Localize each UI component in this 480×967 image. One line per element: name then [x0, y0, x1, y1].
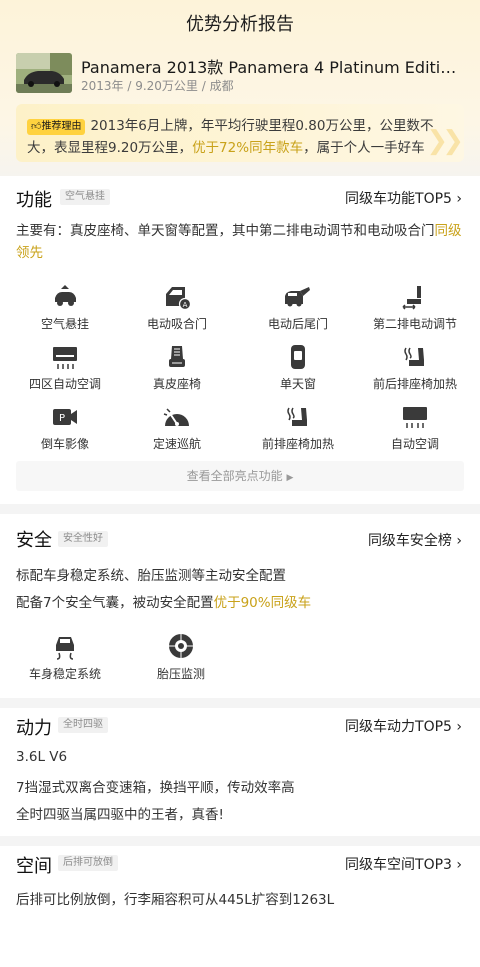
feature-four-zone-ac[interactable]: 四区自动空调	[15, 344, 115, 392]
feature-label: 四区自动空调	[28, 377, 101, 391]
feature-label: 真皮座椅	[152, 377, 201, 391]
feature-electric-tailgate[interactable]: 电动后尾门	[248, 284, 348, 332]
power-top5-link[interactable]: 同级车动力TOP5 ›	[345, 716, 462, 736]
power-line3: 全时四驱当属四驱中的王者，真香!	[16, 807, 224, 823]
safety-card: 安全 安全性好 同级车安全榜 › 标配车身稳定系统、胎压监测等主动安全配置 配备…	[0, 514, 480, 698]
feature-seat-heating[interactable]: 前后排座椅加热	[365, 344, 465, 392]
feature-label: 前后排座椅加热	[372, 377, 457, 391]
feature-label: 倒车影像	[40, 437, 89, 451]
svg-text:A: A	[183, 301, 188, 309]
power-line1: 3.6L V6	[16, 749, 68, 765]
feature-front-seat-heating[interactable]: 前排座椅加热	[248, 404, 348, 452]
car-thumbnail	[16, 53, 72, 93]
page-title: 优势分析报告	[186, 14, 294, 35]
cruise-control-icon	[163, 408, 189, 426]
feature-reverse-camera[interactable]: P 倒车影像	[15, 404, 115, 452]
feature-label: 定速巡航	[152, 437, 201, 451]
chevron-right-icon: ›	[456, 533, 462, 549]
space-chip: 后排可放倒	[58, 855, 118, 871]
safety-rank-link[interactable]: 同级车安全榜 ›	[368, 530, 462, 550]
tire-pressure-icon	[169, 634, 193, 658]
feature-label: 第二排电动调节	[372, 317, 457, 331]
reason-text-b: ，属于个人一手好车	[303, 140, 425, 156]
feature-cruise-control[interactable]: 定速巡航	[127, 404, 227, 452]
feature-tire-pressure[interactable]: 胎压监测	[131, 632, 231, 682]
space-line1: 后排可比例放倒，行李厢容积可从445L扩容到1263L	[16, 892, 335, 908]
triangle-right-icon: ▶	[286, 473, 294, 483]
safety-chip: 安全性好	[58, 531, 108, 547]
feature-seat-adjust[interactable]: 第二排电动调节	[365, 284, 465, 332]
feature-label: 空气悬挂	[40, 317, 89, 331]
feature-leather-seat[interactable]: 真皮座椅	[127, 344, 227, 392]
chevron-right-icon: ›	[456, 191, 462, 207]
svg-text:P: P	[59, 413, 65, 424]
safety-line1: 标配车身稳定系统、胎压监测等主动安全配置	[16, 568, 286, 584]
space-title: 空间	[16, 856, 52, 877]
reverse-camera-icon: P	[53, 409, 77, 425]
chevron-right-icon: ›	[456, 857, 462, 873]
power-title: 动力	[16, 718, 52, 739]
feature-label: 自动空调	[390, 437, 439, 451]
power-card: 动力 全时四驱 同级车动力TOP5 › 3.6L V6 7挡湿式双离合变速箱，换…	[0, 708, 480, 836]
sunroof-icon	[291, 345, 305, 369]
feature-label: 单天窗	[279, 377, 316, 391]
feature-auto-ac[interactable]: 自动空调	[365, 404, 465, 452]
chevron-right-icon: ›	[456, 719, 462, 735]
feature-electric-door[interactable]: A 电动吸合门	[127, 284, 227, 332]
front-seat-heating-icon	[287, 407, 307, 426]
function-desc: 主要有：真皮座椅、单天窗等配置，其中第二排电动调节和电动吸合门同级 领先	[16, 223, 462, 261]
thumbs-up-icon: 👍︎	[31, 121, 42, 132]
power-chip: 全时四驱	[58, 717, 108, 733]
chevron-decoration-icon: ❯❯	[426, 126, 463, 156]
electric-tailgate-icon	[285, 287, 310, 307]
space-top3-link[interactable]: 同级车空间TOP3 ›	[345, 854, 462, 874]
power-line2: 7挡湿式双离合变速箱，换挡平顺，传动效率高	[16, 780, 295, 796]
feature-label: 电动后尾门	[267, 317, 328, 331]
feature-label: 前排座椅加热	[261, 437, 334, 451]
stability-control-icon	[56, 637, 74, 660]
view-all-features-button[interactable]: 查看全部亮点功能 ▶	[16, 461, 464, 491]
space-card: 空间 后排可放倒 同级车空间TOP3 › 后排可比例放倒，行李厢容积可从445L…	[0, 846, 480, 967]
four-zone-ac-icon	[53, 347, 77, 369]
feature-label: 电动吸合门	[146, 317, 207, 331]
auto-ac-icon	[403, 407, 427, 428]
car-summary[interactable]: Panamera 2013款 Panamera 4 Platinum Editi…	[16, 53, 466, 93]
air-suspension-icon	[55, 285, 76, 306]
safety-title: 安全	[16, 530, 52, 551]
feature-stability-control[interactable]: 车身稳定系统	[15, 632, 115, 682]
seat-heating-icon	[404, 347, 424, 366]
leather-seat-icon	[169, 346, 185, 367]
function-top5-link[interactable]: 同级车功能TOP5 ›	[345, 188, 462, 208]
safety-line2: 配备7个安全气囊，被动安全配置优于90%同级车	[16, 595, 312, 611]
function-chip: 空气悬挂	[60, 189, 110, 205]
reason-highlight: 优于72%同年款车	[192, 140, 304, 156]
function-title: 功能	[16, 190, 52, 211]
function-card: 功能 空气悬挂 同级车功能TOP5 › 主要有：真皮座椅、单天窗等配置，其中第二…	[0, 176, 480, 504]
recommend-badge: 👍︎推荐理由	[27, 119, 86, 135]
seat-adjust-icon	[402, 286, 421, 310]
feature-sunroof[interactable]: 单天窗	[248, 344, 348, 392]
feature-air-suspension[interactable]: 空气悬挂	[15, 284, 115, 332]
car-title: Panamera 2013款 Panamera 4 Platinum Editi…	[81, 58, 466, 77]
feature-label: 胎压监测	[156, 667, 205, 681]
recommend-reason-text: 👍︎推荐理由 2013年6月上牌，年平均行驶里程0.80万公里，公里数不大，表显里…	[27, 115, 457, 159]
recommend-reason-box: 👍︎推荐理由 2013年6月上牌，年平均行驶里程0.80万公里，公里数不大，表显里…	[16, 104, 464, 162]
car-meta: 2013年 / 9.20万公里 / 成都	[81, 79, 234, 93]
feature-label: 车身稳定系统	[28, 667, 101, 681]
electric-door-icon: A	[166, 287, 191, 310]
